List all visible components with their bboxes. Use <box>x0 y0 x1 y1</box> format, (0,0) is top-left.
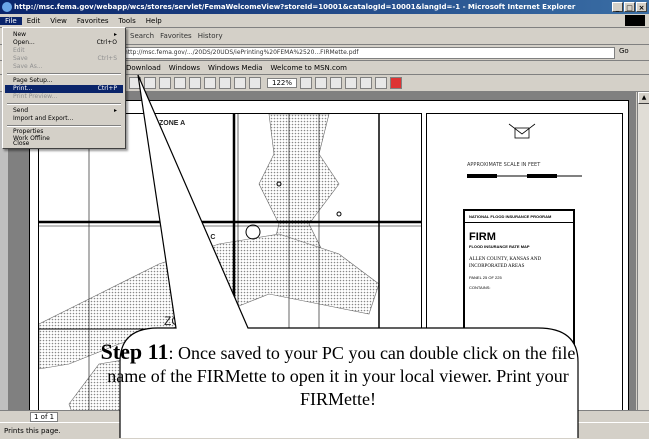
window-title: http://msc.fema.gov/webapp/wcs/stores/se… <box>14 3 576 11</box>
favorites-button[interactable]: Favorites <box>160 32 192 40</box>
menu-bar: File Edit View Favorites Tools Help <box>0 14 649 28</box>
links-windows-media[interactable]: Windows Media <box>208 64 263 72</box>
zone-a-label: ZONE A <box>159 120 186 127</box>
search-button[interactable]: Search <box>130 32 154 40</box>
actual-size-icon[interactable] <box>330 77 343 89</box>
links-windows[interactable]: Windows <box>169 64 200 72</box>
vertical-scrollbar[interactable]: ▲ <box>637 92 649 410</box>
maximize-button[interactable]: □ <box>624 2 635 12</box>
menu-item-edit[interactable]: Edit <box>5 47 123 55</box>
menu-item-close[interactable]: Close <box>5 141 123 147</box>
callout-body: : Once saved to your PC you can double c… <box>107 343 576 409</box>
zone-c-label: ZONE C <box>189 234 216 241</box>
menu-item-new[interactable]: New ▸ <box>5 31 123 39</box>
north-arrow-and-scale <box>467 123 582 178</box>
menu-edit[interactable]: Edit <box>22 17 46 25</box>
history-button[interactable]: History <box>198 32 223 40</box>
file-menu-dropdown: New ▸ Open... Ctrl+O Edit Save Ctrl+S Save … <box>2 27 126 149</box>
save-copy-icon[interactable] <box>129 77 141 89</box>
acrobat-logo-icon <box>390 77 403 89</box>
title-bar: http://msc.fema.gov/webapp/wcs/stores/se… <box>0 0 649 14</box>
close-button[interactable]: × <box>636 2 647 12</box>
zoom-in-icon[interactable] <box>315 77 328 89</box>
firm-heading: FIRM <box>469 231 496 243</box>
menu-tools[interactable]: Tools <box>114 17 141 25</box>
zoom-field[interactable]: 122% <box>267 78 298 88</box>
prev-page-icon[interactable] <box>174 77 186 89</box>
menu-favorites[interactable]: Favorites <box>72 17 114 25</box>
links-download[interactable]: Download <box>126 64 161 72</box>
print-icon[interactable] <box>144 77 156 89</box>
menu-item-send[interactable]: Send ▸ <box>5 107 123 115</box>
contains-label: CONTAINS: <box>469 285 491 290</box>
menu-item-print[interactable]: Print... Ctrl+P <box>5 85 123 93</box>
window-controls: _ □ × <box>612 2 647 12</box>
program-name: NATIONAL FLOOD INSURANCE PROGRAM <box>465 211 573 223</box>
links-msn[interactable]: Welcome to MSN.com <box>271 64 347 72</box>
zoom-out-icon[interactable] <box>300 77 313 89</box>
fit-page-icon[interactable] <box>345 77 358 89</box>
address-input[interactable]: http://msc.fema.gov/.../20DS/20UDS/iePri… <box>120 47 615 59</box>
county-name: ALLEN COUNTY, KANSAS AND INCORPORATED AR… <box>469 257 542 269</box>
menu-item-save-as[interactable]: Save As... <box>5 63 123 71</box>
callout-text: Step 11: Once saved to your PC you can d… <box>98 340 578 438</box>
zone-x-label: ZO <box>164 314 181 328</box>
scale-label: APPROXIMATE SCALE IN FEET <box>467 162 541 168</box>
menu-view[interactable]: View <box>45 17 72 25</box>
menu-item-print-preview[interactable]: Print Preview... <box>5 93 123 101</box>
menu-item-page-setup[interactable]: Page Setup... <box>5 77 123 85</box>
menu-help[interactable]: Help <box>141 17 167 25</box>
callout-step: Step 11 <box>100 340 169 364</box>
page-indicator[interactable]: 1 of 1 <box>30 412 59 422</box>
windows-logo-icon <box>625 15 645 26</box>
menu-file[interactable]: File <box>0 16 22 25</box>
last-page-icon[interactable] <box>204 77 216 89</box>
rotate-icon[interactable] <box>375 77 388 89</box>
zoom-tool-icon[interactable] <box>234 77 246 89</box>
menu-item-save[interactable]: Save Ctrl+S <box>5 55 123 63</box>
menu-item-open[interactable]: Open... Ctrl+O <box>5 39 123 47</box>
go-button[interactable]: Go <box>619 47 629 55</box>
scroll-up-icon[interactable]: ▲ <box>638 92 649 104</box>
fit-width-icon[interactable] <box>360 77 373 89</box>
minimize-button[interactable]: _ <box>612 2 623 12</box>
hand-tool-icon[interactable] <box>219 77 231 89</box>
text-select-icon[interactable] <box>249 77 261 89</box>
menu-item-import-export[interactable]: Import and Export... <box>5 115 123 123</box>
next-page-icon[interactable] <box>189 77 201 89</box>
panel-number: PANEL 25 OF 225 <box>469 275 502 280</box>
ie-icon <box>2 2 12 12</box>
firm-subtitle: FLOOD INSURANCE RATE MAP <box>469 244 530 249</box>
first-page-icon[interactable] <box>159 77 171 89</box>
